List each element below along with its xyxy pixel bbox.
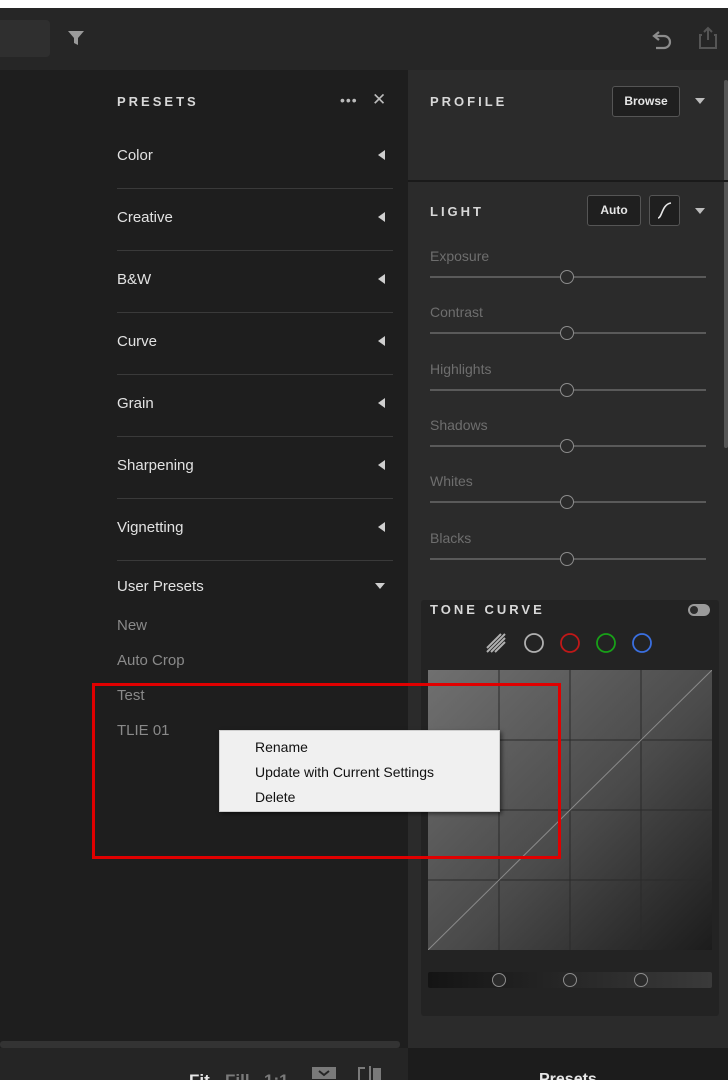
presets-panel: PRESETS ••• ✕ Color Creative B&W Curve G… — [0, 70, 408, 1048]
one-to-one-button[interactable]: 1:1 — [264, 1071, 289, 1080]
section-divider — [408, 180, 728, 182]
preset-group-color[interactable]: Color — [117, 126, 393, 189]
undo-icon[interactable] — [650, 29, 674, 51]
preset-group-label: Grain — [117, 395, 154, 412]
preset-group-bw[interactable]: B&W — [117, 250, 393, 313]
preset-group-label: Creative — [117, 209, 173, 226]
tone-curve-title: TONE CURVE — [430, 602, 545, 617]
collapse-arrow-icon — [378, 212, 385, 222]
shadows-label: Shadows — [430, 417, 488, 433]
profile-title: PROFILE — [430, 94, 508, 109]
highlights-label: Highlights — [430, 361, 492, 377]
user-preset-item[interactable]: TLIE 01 — [117, 722, 170, 739]
tone-curve-toggle[interactable] — [688, 604, 710, 616]
collapse-arrow-icon — [378, 522, 385, 532]
highlights-slider-knob[interactable] — [560, 383, 574, 397]
preset-group-label: Color — [117, 147, 153, 164]
whites-slider-knob[interactable] — [560, 495, 574, 509]
collapse-arrow-icon — [378, 150, 385, 160]
whites-label: Whites — [430, 473, 473, 489]
collapse-arrow-icon — [378, 460, 385, 470]
horizontal-scrollbar[interactable] — [0, 1041, 400, 1048]
compare-icon[interactable] — [357, 1065, 383, 1080]
preset-group-label: Vignetting — [117, 519, 184, 536]
top-toolbar — [0, 8, 728, 71]
curve-icon — [657, 202, 672, 219]
flag-icon[interactable] — [312, 1065, 336, 1080]
filter-icon[interactable] — [66, 28, 86, 48]
user-preset-item[interactable]: Auto Crop — [117, 652, 185, 669]
user-preset-item[interactable]: Test — [117, 687, 145, 704]
curve-toggle-button[interactable] — [649, 195, 680, 226]
preset-group-curve[interactable]: Curve — [117, 312, 393, 375]
parametric-curve-icon[interactable] — [483, 630, 509, 656]
browse-button[interactable]: Browse — [612, 86, 680, 117]
collapse-arrow-icon — [378, 274, 385, 284]
red-channel-icon[interactable] — [560, 633, 580, 653]
user-presets-header[interactable]: User Presets — [117, 578, 204, 595]
delete-menu-item[interactable]: Delete — [255, 789, 295, 805]
context-menu: Rename Update with Current Settings Dele… — [219, 730, 500, 812]
preset-group-vignetting[interactable]: Vignetting — [117, 498, 393, 561]
auto-button[interactable]: Auto — [587, 195, 641, 226]
channel-selector — [524, 633, 652, 653]
fill-button[interactable]: Fill — [225, 1071, 250, 1080]
preset-group-creative[interactable]: Creative — [117, 188, 393, 251]
preset-group-sharpening[interactable]: Sharpening — [117, 436, 393, 499]
green-channel-icon[interactable] — [596, 633, 616, 653]
expand-caret-icon[interactable] — [375, 583, 385, 589]
exposure-slider-knob[interactable] — [560, 270, 574, 284]
update-settings-menu-item[interactable]: Update with Current Settings — [255, 764, 434, 780]
light-title: LIGHT — [430, 204, 484, 219]
blacks-label: Blacks — [430, 530, 472, 546]
rename-menu-item[interactable]: Rename — [255, 739, 308, 755]
exposure-label: Exposure — [430, 248, 490, 264]
close-icon[interactable]: ✕ — [372, 90, 386, 110]
shadow-split-handle[interactable] — [492, 973, 506, 987]
fit-button[interactable]: Fit — [189, 1071, 210, 1080]
profile-collapse-icon[interactable] — [695, 98, 705, 104]
midtone-split-handle[interactable] — [563, 973, 577, 987]
collapse-arrow-icon — [378, 336, 385, 346]
blacks-slider-knob[interactable] — [560, 552, 574, 566]
search-input[interactable] — [0, 20, 50, 57]
contrast-slider-knob[interactable] — [560, 326, 574, 340]
blue-channel-icon[interactable] — [632, 633, 652, 653]
preset-group-label: B&W — [117, 271, 152, 288]
more-options-icon[interactable]: ••• — [340, 92, 358, 108]
highlight-split-handle[interactable] — [634, 973, 648, 987]
rgb-channel-icon[interactable] — [524, 633, 544, 653]
contrast-label: Contrast — [430, 304, 483, 320]
edit-panel-scrollbar[interactable] — [724, 80, 728, 448]
user-preset-item[interactable]: New — [117, 617, 147, 634]
share-icon[interactable] — [698, 26, 718, 50]
shadows-slider-knob[interactable] — [560, 439, 574, 453]
preset-group-label: Sharpening — [117, 457, 194, 474]
presets-tab-label: Presets — [539, 1071, 597, 1080]
preset-group-grain[interactable]: Grain — [117, 374, 393, 437]
app-window: PRESETS ••• ✕ Color Creative B&W Curve G… — [0, 8, 728, 1080]
presets-tab[interactable]: Presets — [408, 1048, 728, 1080]
light-collapse-icon[interactable] — [695, 208, 705, 214]
presets-title: PRESETS — [117, 94, 199, 109]
collapse-arrow-icon — [378, 398, 385, 408]
preset-group-label: Curve — [117, 333, 158, 350]
